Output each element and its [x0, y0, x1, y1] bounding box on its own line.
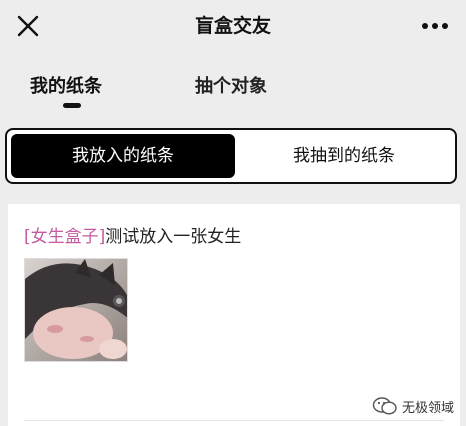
segment-notes-drawn[interactable]: 我抽到的纸条 — [237, 134, 451, 178]
tab-my-notes[interactable]: 我的纸条 — [30, 72, 102, 98]
note-box-tag: [女生盒子] — [24, 227, 106, 247]
primary-tabs: 我的纸条 抽个对象 — [0, 52, 466, 118]
page-title: 盲盒交友 — [194, 15, 271, 37]
note-content: [女生盒子]测试放入一张女生 — [24, 222, 241, 247]
wechat-logo-icon — [372, 396, 398, 416]
note-text: 测试放入一张女生 — [105, 227, 242, 247]
top-navigation-bar: 盲盒交友 — [0, 0, 466, 52]
note-photo[interactable] — [24, 258, 128, 362]
more-dots-icon[interactable] — [420, 14, 450, 38]
card-divider — [24, 420, 444, 421]
active-tab-indicator — [63, 103, 81, 108]
segment-notes-put-in[interactable]: 我放入的纸条 — [11, 134, 235, 178]
close-icon[interactable] — [12, 10, 44, 42]
tab-draw-partner[interactable]: 抽个对象 — [195, 72, 267, 98]
watermark: 无极领域 — [372, 396, 454, 416]
watermark-text: 无极领域 — [401, 400, 454, 416]
notes-segmented-control: 我放入的纸条 我抽到的纸条 — [5, 128, 457, 184]
note-card: [女生盒子]测试放入一张女生 — [8, 204, 460, 426]
